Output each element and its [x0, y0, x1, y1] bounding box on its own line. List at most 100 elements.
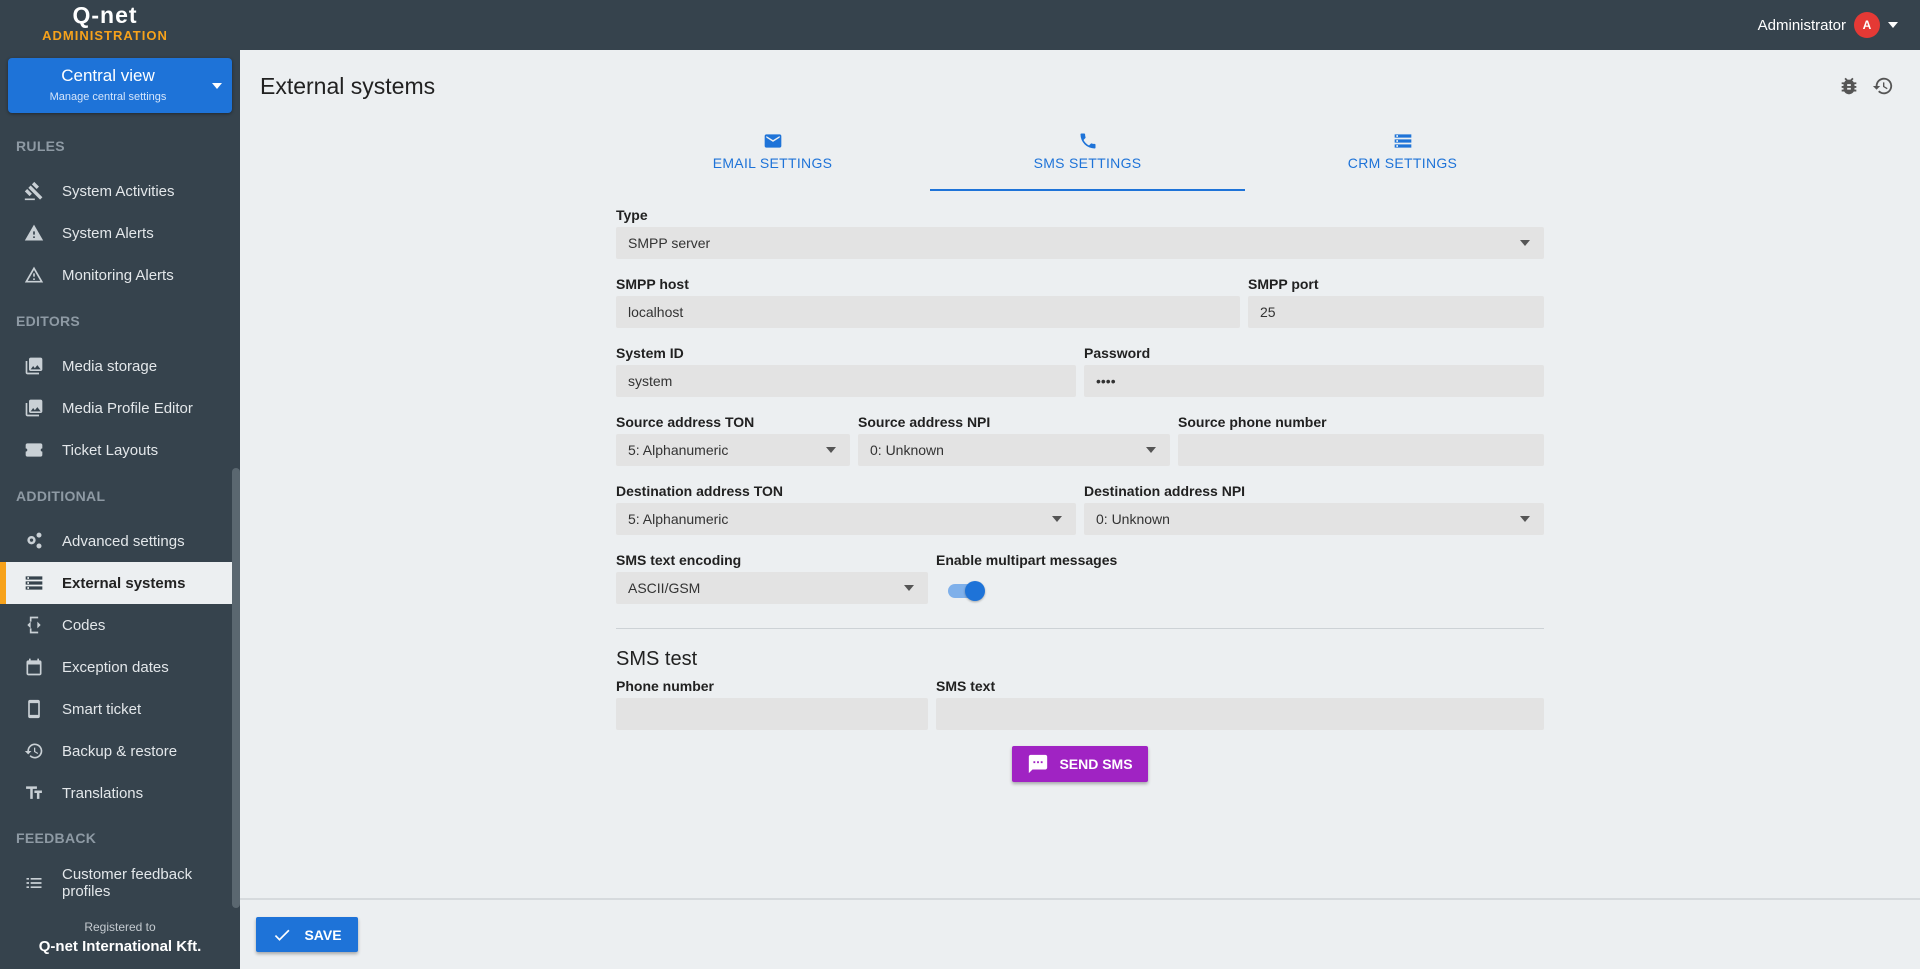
smpp-port-label: SMPP port	[1248, 276, 1319, 292]
sidebar-item-exception-dates[interactable]: Exception dates	[0, 646, 232, 688]
ticket-icon	[23, 439, 45, 461]
save-button[interactable]: SAVE	[256, 917, 358, 952]
sidebar-item-backup-restore[interactable]: Backup & restore	[0, 730, 232, 772]
sidebar-item-codes[interactable]: Codes	[0, 604, 232, 646]
bug-icon[interactable]	[1838, 75, 1862, 99]
sidebar-item-ticket-layouts[interactable]: Ticket Layouts	[0, 429, 232, 471]
sidebar-item-customer-feedback-profiles[interactable]: Customer feedback profiles	[0, 862, 232, 904]
tab-email-settings[interactable]: EMAIL SETTINGS	[615, 125, 930, 191]
multipart-toggle[interactable]	[948, 581, 985, 601]
history-icon[interactable]	[1872, 75, 1896, 99]
sidebar-item-system-alerts[interactable]: System Alerts	[0, 212, 232, 254]
sidebar-item-label-line-2: profiles	[62, 883, 111, 900]
smpp-port-input[interactable]: 25	[1248, 296, 1544, 328]
sidebar-item-label: Smart ticket	[62, 700, 142, 718]
tab-sms-settings[interactable]: SMS SETTINGS	[930, 125, 1245, 191]
section-editors: EDITORS	[16, 313, 81, 329]
destination-ton-label: Destination address TON	[616, 483, 784, 499]
registered-name: Q-net International Kft.	[38, 938, 202, 955]
storage-icon	[23, 572, 45, 594]
gavel-icon	[23, 180, 45, 202]
toggle-knob	[965, 581, 985, 601]
password-label: Password	[1084, 345, 1151, 361]
password-input[interactable]: ••••	[1084, 365, 1544, 397]
photo-library-icon	[23, 397, 45, 419]
sidebar-item-external-systems[interactable]: External systems	[0, 562, 232, 604]
send-sms-button[interactable]: SEND SMS	[1012, 746, 1148, 782]
system-id-input[interactable]: system	[616, 365, 1076, 397]
sms-text-input[interactable]	[936, 698, 1544, 730]
tab-label: SMS SETTINGS	[1033, 155, 1142, 171]
sidebar-item-label: Customer feedback profiles	[62, 866, 192, 900]
sidebar-item-label: External systems	[62, 574, 186, 592]
tab-label: CRM SETTINGS	[1347, 155, 1458, 171]
system-id-value: system	[628, 373, 673, 389]
sidebar-item-media-storage[interactable]: Media storage	[0, 345, 232, 387]
dropdown-arrow-icon	[1146, 447, 1156, 453]
sidebar-item-label: Backup & restore	[62, 742, 178, 760]
tab-crm-settings[interactable]: CRM SETTINGS	[1245, 125, 1560, 191]
type-label: Type	[616, 207, 648, 223]
smpp-host-value: localhost	[628, 304, 684, 320]
source-ton-label: Source address TON	[616, 414, 755, 430]
calendar-icon	[23, 656, 45, 678]
warning-icon	[23, 222, 45, 244]
sidebar-item-label: System Activities	[62, 182, 175, 200]
destination-npi-select[interactable]: 0: Unknown	[1084, 503, 1544, 535]
sidebar-item-label: Exception dates	[62, 658, 169, 676]
logo-subtitle: ADMINISTRATION	[42, 28, 168, 43]
user-menu[interactable]: Administrator A	[1758, 12, 1898, 38]
smartphone-icon	[23, 698, 45, 720]
registration-info: Registered to Q-net International Kft.	[0, 908, 240, 969]
phone-number-input[interactable]	[616, 698, 928, 730]
sidebar-item-label: Advanced settings	[62, 532, 185, 550]
sidebar-item-label: Media Profile Editor	[62, 399, 193, 417]
central-view-subtitle: Manage central settings	[49, 91, 167, 103]
logo-text: Q-net	[72, 2, 138, 28]
source-npi-label: Source address NPI	[858, 414, 991, 430]
photo-library-icon	[23, 355, 45, 377]
sidebar-item-smart-ticket[interactable]: Smart ticket	[0, 688, 232, 730]
sidebar-item-label-line-1: Customer feedback	[62, 866, 193, 883]
settings-tabs: EMAIL SETTINGS SMS SETTINGS CRM SETTINGS	[615, 125, 1560, 191]
storage-icon	[1394, 134, 1411, 148]
chevron-down-icon	[212, 83, 222, 89]
source-phone-label: Source phone number	[1178, 414, 1327, 430]
smpp-host-input[interactable]: localhost	[616, 296, 1240, 328]
destination-ton-select[interactable]: 5: Alphanumeric	[616, 503, 1076, 535]
sms-test-heading: SMS test	[616, 648, 698, 670]
central-view-title: Central view	[61, 66, 155, 85]
central-view-selector[interactable]: Central view Manage central settings	[8, 58, 232, 113]
sidebar-item-label: Monitoring Alerts	[62, 266, 174, 284]
source-phone-input[interactable]	[1178, 434, 1544, 466]
source-ton-select[interactable]: 5: Alphanumeric	[616, 434, 850, 466]
sidebar-item-label: Ticket Layouts	[62, 441, 159, 459]
app-logo[interactable]: Q-net ADMINISTRATION	[30, 2, 180, 43]
save-label: SAVE	[304, 926, 342, 943]
top-bar: Q-net ADMINISTRATION Administrator A	[0, 0, 1920, 50]
source-npi-select[interactable]: 0: Unknown	[858, 434, 1170, 466]
sidebar-item-media-profile-editor[interactable]: Media Profile Editor	[0, 387, 232, 429]
sidebar-item-monitoring-alerts[interactable]: Monitoring Alerts	[0, 254, 232, 296]
encoding-label: SMS text encoding	[616, 552, 742, 568]
destination-ton-value: 5: Alphanumeric	[628, 511, 729, 527]
check-icon	[275, 929, 290, 941]
password-value: ••••	[1096, 373, 1116, 389]
encoding-select[interactable]: ASCII/GSM	[616, 572, 928, 604]
source-npi-value: 0: Unknown	[870, 442, 944, 458]
code-icon	[23, 614, 45, 636]
sidebar-item-translations[interactable]: Translations	[0, 772, 232, 814]
smpp-port-value: 25	[1260, 304, 1276, 320]
dropdown-arrow-icon	[1520, 516, 1530, 522]
system-id-label: System ID	[616, 345, 684, 361]
sidebar-item-system-activities[interactable]: System Activities	[0, 170, 232, 212]
dropdown-arrow-icon	[826, 447, 836, 453]
gears-icon	[23, 530, 45, 552]
sidebar-item-advanced-settings[interactable]: Advanced settings	[0, 520, 232, 562]
section-divider	[616, 628, 1544, 629]
sms-text-label: SMS text	[936, 678, 996, 694]
type-select[interactable]: SMPP server	[616, 227, 1544, 259]
avatar: A	[1854, 12, 1880, 38]
sidebar-scrollbar[interactable]	[232, 468, 240, 908]
email-icon	[764, 134, 781, 148]
